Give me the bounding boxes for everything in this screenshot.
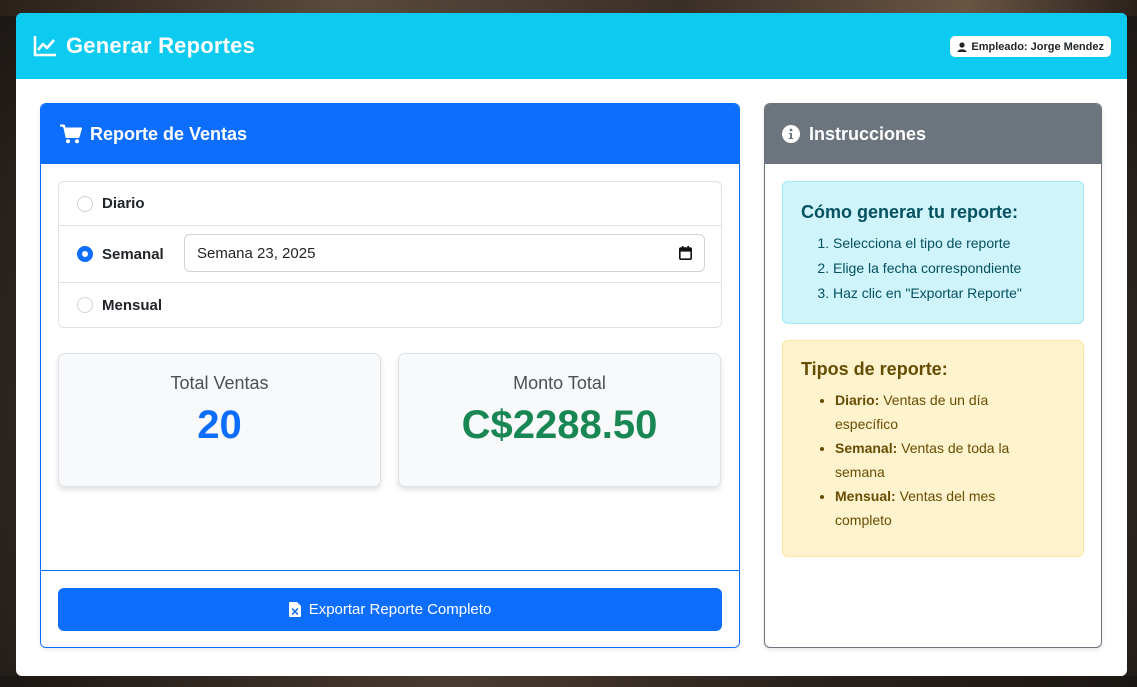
app-title-text: Generar Reportes [66,33,256,58]
sales-report-card: Reporte de Ventas Diario Semanal Semana … [40,103,740,648]
report-types-list: Diario: Ventas de un día específico Sema… [835,388,1065,532]
report-types-title: Tipos de reporte: [801,359,948,379]
report-type-group: Diario Semanal Semana 23, 2025 Mensual [58,181,722,328]
chart-line-icon [33,36,56,57]
option-weekly-label[interactable]: Semanal [102,246,164,263]
app-window: Generar Reportes Empleado: Jorge Mendez … [16,13,1127,676]
week-input-value: Semana 23, 2025 [197,244,316,262]
employee-name: Empleado: Jorge Mendez [971,40,1104,53]
radio-monthly[interactable] [77,297,93,313]
background-bottom [0,676,1137,687]
user-icon [957,41,967,52]
total-amount-value: C$2288.50 [461,403,658,447]
radio-weekly[interactable] [77,246,93,262]
sales-report-header: Reporte de Ventas [41,104,739,164]
info-icon [782,125,800,143]
option-monthly[interactable]: Mensual [59,283,721,327]
option-daily-label[interactable]: Diario [102,195,145,212]
option-weekly[interactable]: Semanal Semana 23, 2025 [59,226,721,283]
step-item: Haz clic en "Exportar Reporte" [833,281,1065,306]
step-item: Elige la fecha correspondiente [833,256,1065,281]
calendar-icon[interactable] [679,246,692,260]
total-amount-label: Monto Total [513,373,606,393]
total-sales-value: 20 [197,403,242,447]
report-types-alert: Tipos de reporte: Diario: Ventas de un d… [782,340,1084,557]
report-type-item: Diario: Ventas de un día específico [835,388,1065,436]
instructions-header: Instrucciones [765,104,1101,164]
report-type-item: Mensual: Ventas del mes completo [835,484,1065,532]
instructions-title: Instrucciones [809,123,927,144]
how-to-alert: Cómo generar tu reporte: Selecciona el t… [782,181,1084,324]
top-navbar: Generar Reportes Empleado: Jorge Mendez [16,13,1127,79]
report-type-name: Mensual: [835,488,896,504]
option-daily[interactable]: Diario [59,182,721,226]
total-amount-card: Monto Total C$2288.50 [398,353,721,487]
how-to-title: Cómo generar tu reporte: [801,202,1019,222]
instructions-card: Instrucciones Cómo generar tu reporte: S… [764,103,1102,648]
employee-badge: Empleado: Jorge Mendez [950,36,1111,57]
option-monthly-label[interactable]: Mensual [102,297,162,314]
radio-daily[interactable] [77,195,93,212]
how-to-steps: Selecciona el tipo de reporte Elige la f… [833,231,1065,306]
total-sales-label: Total Ventas [170,373,269,393]
excel-file-icon [288,602,301,617]
report-type-name: Semanal: [835,440,898,456]
sales-report-title: Reporte de Ventas [90,123,248,144]
export-report-button[interactable]: Exportar Reporte Completo [58,588,722,631]
week-input[interactable]: Semana 23, 2025 [184,234,705,272]
export-report-label[interactable]: Exportar Reporte Completo [309,601,492,618]
app-title: Generar Reportes [33,33,255,59]
report-type-item: Semanal: Ventas de toda la semana [835,436,1065,484]
step-item: Selecciona el tipo de reporte [833,231,1065,256]
total-sales-card: Total Ventas 20 [58,353,381,487]
report-type-name: Diario: [835,392,880,408]
cart-icon [60,124,82,144]
sales-report-footer: Exportar Reporte Completo [41,570,739,647]
